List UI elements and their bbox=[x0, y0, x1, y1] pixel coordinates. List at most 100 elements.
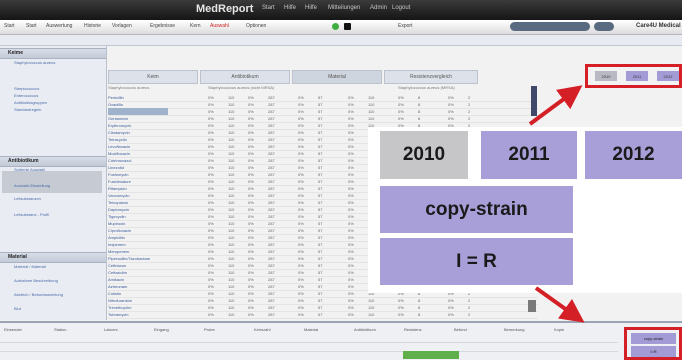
toolbar-evaluation[interactable]: Auswertung bbox=[46, 23, 72, 29]
sidebar-link[interactable]: Antibiotikagruppen bbox=[14, 100, 47, 105]
row-antibiotic-name: Piperacillin/Tazobactam bbox=[108, 256, 151, 261]
row-cell: 287 bbox=[268, 221, 275, 226]
menu-item-help[interactable]: Hilfe bbox=[284, 5, 296, 11]
row-cell: 0% bbox=[248, 200, 254, 205]
menu-item-messages[interactable]: Mitteilungen bbox=[328, 5, 360, 11]
table-row[interactable]: Tobramycin 0% 110 0% 287 0% 57 0% 110 0% 8 0% 2 bbox=[108, 311, 538, 319]
row-cell: 57 bbox=[318, 165, 323, 170]
result-column-header[interactable]: Bemerkung bbox=[504, 327, 524, 332]
table-scrollbar[interactable] bbox=[531, 86, 537, 116]
row-cell: 110 bbox=[368, 102, 375, 107]
toolbar-selection[interactable]: Auswahl bbox=[210, 23, 229, 29]
toolbar-templates[interactable]: Vorlagen bbox=[112, 23, 132, 29]
sidebar-link[interactable]: Leitsubstanzen bbox=[14, 196, 41, 201]
row-cell: 0% bbox=[298, 270, 304, 275]
sidebar-section-material[interactable]: Material bbox=[0, 252, 106, 263]
toolbar-options[interactable]: Optionen bbox=[246, 23, 266, 29]
search-pill[interactable] bbox=[510, 22, 590, 31]
toolbar-start-2[interactable]: Start bbox=[26, 23, 37, 29]
row-cell: 0% bbox=[398, 312, 404, 317]
result-column-header[interactable]: Einsender bbox=[4, 327, 22, 332]
sidebar-link[interactable]: Abstrich / Befundsammlung bbox=[14, 292, 63, 297]
sidebar-section-germs[interactable]: Keime bbox=[0, 48, 106, 59]
row-cell: 0% bbox=[248, 228, 254, 233]
row-cell: 287 bbox=[268, 165, 275, 170]
toolbar-results[interactable]: Ergebnisse bbox=[150, 23, 175, 29]
row-cell: 0% bbox=[298, 151, 304, 156]
result-column-header[interactable]: Material bbox=[304, 327, 318, 332]
sidebar-link[interactable]: Material / Material bbox=[14, 264, 46, 269]
row-antibiotic-name: Moxifloxacin bbox=[108, 151, 131, 156]
result-column-header[interactable]: Resistenz bbox=[404, 327, 422, 332]
sidebar-section-antibiotic[interactable]: Antibiotikum bbox=[0, 156, 106, 167]
row-antibiotic-name: Ampicillin bbox=[108, 235, 125, 240]
result-column-header[interactable]: Station bbox=[54, 327, 66, 332]
row-cell: 287 bbox=[268, 270, 275, 275]
row-antibiotic-name: Tobramycin bbox=[108, 312, 129, 317]
row-cell: 287 bbox=[268, 109, 275, 114]
row-cell: 57 bbox=[318, 109, 323, 114]
sidebar-link[interactable]: Blut bbox=[14, 306, 21, 311]
toolbar-history[interactable]: Historie bbox=[84, 23, 101, 29]
row-cell: 8 bbox=[418, 312, 421, 317]
toolbar-start[interactable]: Start bbox=[4, 23, 15, 29]
row-cell: 0% bbox=[248, 235, 254, 240]
tab-resistance[interactable]: Resistenzvergleich bbox=[384, 70, 478, 84]
row-cell: 0% bbox=[298, 123, 304, 128]
tab-germ[interactable]: Keim bbox=[108, 70, 198, 84]
row-cell: 0% bbox=[298, 137, 304, 142]
row-cell: 0% bbox=[348, 200, 354, 205]
sidebar-link[interactable]: Streptococcus bbox=[14, 86, 39, 91]
result-panel: Einsender Station Labornr. Eingang Probe Keim… bbox=[0, 321, 682, 360]
menu-item-start[interactable]: Start bbox=[262, 5, 275, 11]
menu-item-admin[interactable]: Admin bbox=[370, 5, 387, 11]
menu-item-logout[interactable]: Logout bbox=[392, 5, 410, 11]
row-cell: 57 bbox=[318, 179, 323, 184]
row-cell: 0% bbox=[348, 207, 354, 212]
row-cell: 57 bbox=[318, 298, 323, 303]
row-cell: 0% bbox=[248, 263, 254, 268]
go-pill[interactable] bbox=[594, 22, 614, 31]
result-column-header[interactable]: Keimzahl bbox=[254, 327, 270, 332]
row-cell: 0% bbox=[348, 123, 354, 128]
row-antibiotic-name: Teicoplanin bbox=[108, 200, 129, 205]
sidebar-link[interactable]: Enterococcus bbox=[14, 93, 38, 98]
stop-icon[interactable] bbox=[344, 23, 351, 30]
row-cell: 0% bbox=[208, 200, 214, 205]
row-cell: 2 bbox=[468, 298, 471, 303]
result-column-header[interactable]: Eingang bbox=[154, 327, 169, 332]
menu-item-help-2[interactable]: Hilfe bbox=[305, 5, 317, 11]
row-cell: 287 bbox=[268, 186, 275, 191]
result-column-header[interactable]: Befund bbox=[454, 327, 467, 332]
sidebar-link[interactable]: Leitsubstanz - Profil bbox=[14, 212, 49, 217]
tab-label: Antibiotikum bbox=[231, 74, 259, 80]
row-cell: 0% bbox=[298, 228, 304, 233]
toolbar: Start Start Auswertung Historie Vorlagen… bbox=[0, 20, 682, 35]
toolbar-export[interactable]: Export bbox=[398, 23, 412, 29]
result-column-header[interactable]: Labornr. bbox=[104, 327, 119, 332]
result-column-header[interactable]: Kopie bbox=[554, 327, 564, 332]
sidebar-link[interactable]: Staphylococcus aureus bbox=[14, 60, 55, 65]
toolbar-core[interactable]: Kern bbox=[190, 23, 201, 29]
row-cell: 0% bbox=[348, 256, 354, 261]
sidebar-link[interactable]: Aufnahme Beschreibung bbox=[14, 278, 58, 283]
row-cell: 8 bbox=[418, 102, 421, 107]
callout-year-2011: 2011 bbox=[481, 131, 577, 179]
tab-antibiotic[interactable]: Antibiotikum bbox=[200, 70, 290, 84]
sidebar-link[interactable]: Auswahl-Einstellung bbox=[14, 183, 50, 188]
row-cell: 110 bbox=[368, 312, 375, 317]
row-cell: 0% bbox=[398, 95, 404, 100]
row-cell: 110 bbox=[228, 249, 235, 254]
tab-material[interactable]: Material bbox=[292, 70, 382, 84]
callout-equation: I = R bbox=[380, 238, 573, 285]
result-column-header[interactable]: Antibiotikum bbox=[354, 327, 376, 332]
brand-logo: Care4U Medical bbox=[636, 23, 681, 29]
row-cell: 287 bbox=[268, 158, 275, 163]
table-scrollbar-thumb[interactable] bbox=[528, 300, 536, 312]
sidebar-link[interactable]: Standardregeln bbox=[14, 107, 41, 112]
row-cell: 0% bbox=[448, 305, 454, 310]
row-cell: 0% bbox=[208, 144, 214, 149]
result-column-header[interactable]: Probe bbox=[204, 327, 215, 332]
row-antibiotic-name: Levofloxacin bbox=[108, 144, 131, 149]
sidebar-link[interactable]: Sortierte Auswahl bbox=[14, 167, 45, 172]
